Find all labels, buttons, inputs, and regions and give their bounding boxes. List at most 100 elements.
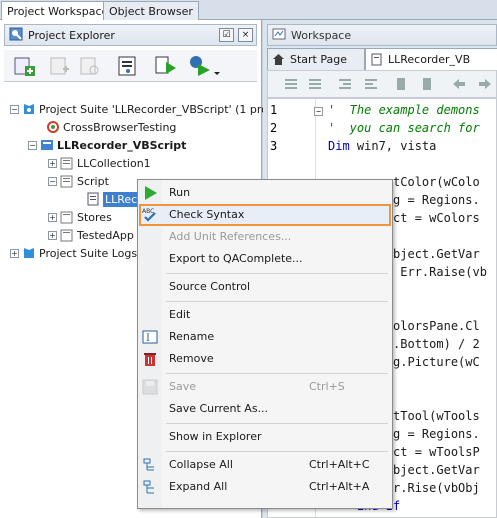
tree-label: CrossBrowserTesting xyxy=(63,120,177,134)
run-icon xyxy=(142,185,158,201)
menu-item-label: Save xyxy=(169,380,197,393)
unit-icon xyxy=(86,192,100,206)
bookmark-icon[interactable] xyxy=(394,77,408,94)
tree-node-script[interactable]: − Script xyxy=(48,172,109,190)
logs-icon xyxy=(22,246,36,260)
comment-icon[interactable] xyxy=(284,77,298,94)
project-explorer-header: Project Explorer ☑ × xyxy=(4,24,257,46)
folder-icon xyxy=(60,210,74,224)
tree-node-project-suite[interactable]: − Project Suite 'LLRecorder_VBScript' (1… xyxy=(10,100,278,118)
menu-item-label: Run xyxy=(169,186,191,199)
line-number: 2 xyxy=(270,121,278,135)
home-icon xyxy=(272,53,285,69)
menu-item-label: Export to QAComplete... xyxy=(169,252,303,265)
line-number: 3 xyxy=(270,139,278,153)
tab-llrecorder[interactable]: LLRecorder_VB xyxy=(365,48,497,70)
menu-item-label: Source Control xyxy=(169,280,251,293)
tree-node-project-suite-logs[interactable]: + Project Suite Logs xyxy=(10,244,137,262)
uncomment-icon[interactable] xyxy=(308,77,322,94)
pin-button[interactable]: ☑ xyxy=(219,28,234,42)
tree-node-testedapps[interactable]: + TestedApp xyxy=(48,226,134,244)
navigate-back-icon[interactable] xyxy=(452,77,466,94)
workspace-header: Workspace xyxy=(267,24,497,46)
fold-toggle[interactable]: − xyxy=(314,107,323,116)
check-syntax-icon: ABC xyxy=(142,207,158,223)
editor-toolbar xyxy=(267,70,497,98)
menu-item-save[interactable]: Save Ctrl+S xyxy=(139,376,391,398)
menu-item-label: Collapse All xyxy=(169,458,233,471)
tree-expander[interactable]: − xyxy=(28,140,37,150)
project-properties-icon[interactable] xyxy=(116,54,140,78)
menu-item-collapse-all[interactable]: Collapse All Ctrl+Alt+C xyxy=(139,454,391,476)
menu-item-shortcut: Ctrl+Alt+C xyxy=(309,458,370,471)
add-item-icon[interactable] xyxy=(12,54,36,78)
menu-item-expand-all[interactable]: Expand All Ctrl+Alt+A xyxy=(139,476,391,498)
menu-separator xyxy=(166,273,388,274)
tree-expander[interactable]: + xyxy=(48,158,57,168)
menu-item-check-syntax[interactable]: ABC Check Syntax xyxy=(139,204,391,226)
menu-item-shortcut: Ctrl+S xyxy=(309,380,345,393)
close-panel-button[interactable]: × xyxy=(238,28,253,42)
menu-item-edit[interactable]: Edit xyxy=(139,304,391,326)
menu-separator xyxy=(166,301,388,302)
collapse-all-icon xyxy=(142,457,158,473)
tab-label: Start Page xyxy=(290,53,347,66)
add-new-disabled-icon[interactable] xyxy=(48,54,72,78)
menu-item-add-unit-references[interactable]: Add Unit References... xyxy=(139,226,391,248)
expand-all-icon xyxy=(142,479,158,495)
tree-node-llcollection1[interactable]: + LLCollection1 xyxy=(48,154,151,172)
tab-label: LLRecorder_VB xyxy=(388,53,471,66)
tree-expander[interactable]: − xyxy=(10,104,19,114)
menu-item-shortcut: Ctrl+Alt+A xyxy=(309,480,370,493)
tree-expander[interactable]: + xyxy=(48,230,57,240)
tab-project-workspace[interactable]: Project Workspace xyxy=(1,1,115,21)
tree-expander[interactable]: − xyxy=(48,176,57,186)
menu-item-label: Remove xyxy=(169,352,214,365)
workspace-title: Workspace xyxy=(291,28,352,42)
code-line: ' The example demons xyxy=(328,103,480,117)
folder-icon xyxy=(60,174,74,188)
line-number: 1 xyxy=(270,103,278,117)
remove-icon xyxy=(142,351,158,367)
svg-text:I: I xyxy=(146,333,150,344)
tree-label: Project Suite 'LLRecorder_VBScript' (1 p… xyxy=(39,102,278,116)
tree-expander[interactable]: + xyxy=(48,212,57,222)
add-existing-disabled-icon[interactable] xyxy=(78,54,102,78)
tab-start-page[interactable]: Start Page xyxy=(267,48,365,70)
menu-item-label: Save Current As... xyxy=(169,402,269,415)
menu-item-export-to-qacomplete[interactable]: Export to QAComplete... xyxy=(139,248,391,270)
project-suite-icon xyxy=(22,102,36,116)
navigate-forward-icon[interactable] xyxy=(478,77,492,94)
menu-item-save-current-as[interactable]: Save Current As... xyxy=(139,398,391,420)
project-explorer-icon xyxy=(9,27,23,44)
unit-icon xyxy=(370,53,383,69)
workspace-icon xyxy=(272,27,286,44)
indent-icon[interactable] xyxy=(338,77,352,94)
menu-item-label: Check Syntax xyxy=(169,208,245,221)
menu-item-label: Edit xyxy=(169,308,191,321)
tab-object-browser[interactable]: Object Browser xyxy=(103,1,199,20)
tree-node-project[interactable]: − LLRecorder_VBScript xyxy=(28,136,186,154)
tree-node-crossbrowsertesting[interactable]: CrossBrowserTesting xyxy=(46,118,176,136)
tree-label: Project Suite Logs xyxy=(39,246,138,260)
outdent-icon[interactable] xyxy=(364,77,378,94)
tree-label: LLCollection1 xyxy=(77,156,151,170)
menu-item-show-in-explorer[interactable]: Show in Explorer xyxy=(139,426,391,448)
project-explorer-toolbar xyxy=(4,50,257,82)
cross-browser-icon xyxy=(46,120,60,134)
menu-item-label: Expand All xyxy=(169,480,228,493)
code-line: ' you can search for xyxy=(328,121,480,135)
tree-label: Stores xyxy=(77,210,112,224)
run-project-icon[interactable] xyxy=(154,54,178,78)
run-test-dropdown-icon[interactable] xyxy=(188,54,220,78)
menu-item-rename[interactable]: I Rename xyxy=(139,326,391,348)
menu-item-run[interactable]: Run xyxy=(139,182,391,204)
tree-node-stores[interactable]: + Stores xyxy=(48,208,112,226)
menu-item-remove[interactable]: Remove xyxy=(139,348,391,370)
menu-item-source-control[interactable]: Source Control xyxy=(139,276,391,298)
menu-item-label: Add Unit References... xyxy=(169,230,292,243)
tree-expander[interactable]: + xyxy=(10,248,19,258)
bookmark-next-icon[interactable] xyxy=(420,77,434,94)
tree-label: LLRecorder_VBScript xyxy=(57,138,187,152)
menu-separator xyxy=(166,451,388,452)
